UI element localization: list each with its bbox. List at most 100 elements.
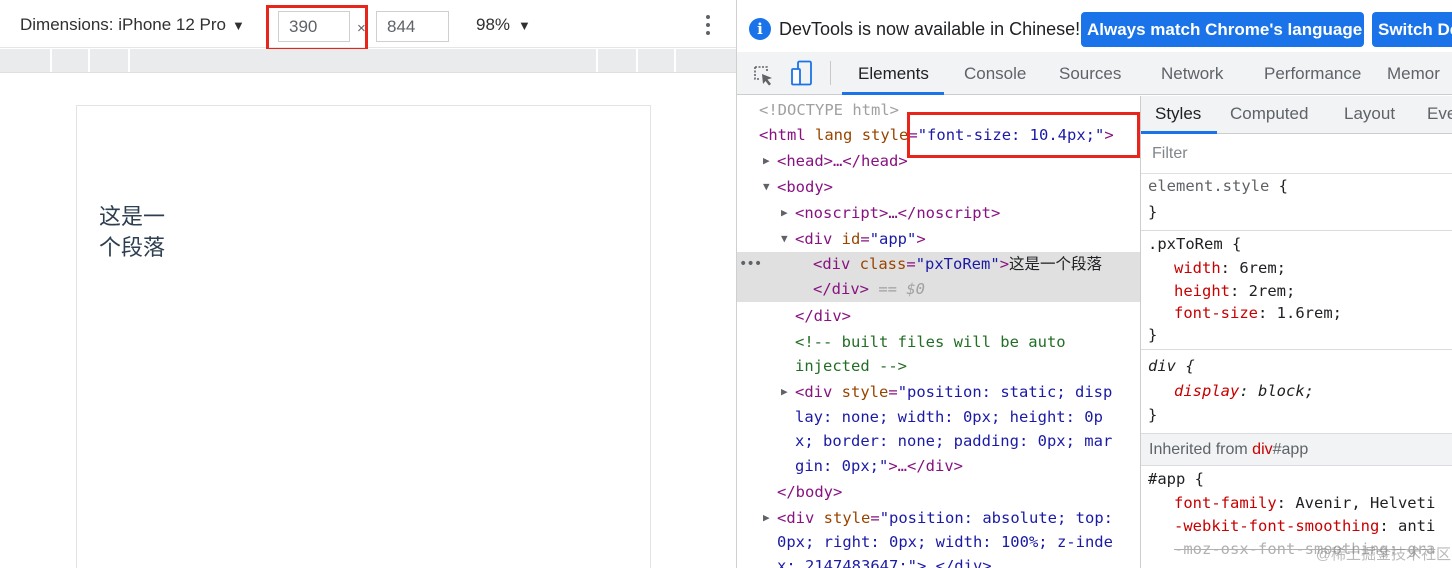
rule-selector: .pxToRem xyxy=(1148,235,1223,253)
collapse-arrow-icon[interactable]: ▼ xyxy=(763,175,770,199)
inspect-element-icon[interactable] xyxy=(752,64,774,86)
ruler-divider xyxy=(636,49,638,72)
dom-node-body-close[interactable]: </body> xyxy=(737,480,1140,505)
device-toolbar: Dimensions: iPhone 12 Pro ▼ 390 × 844 98%… xyxy=(0,0,736,51)
attr-style-value: "position: static; disp xyxy=(897,383,1113,401)
css-declaration[interactable]: -webkit-font-smoothing: anti xyxy=(1174,515,1435,539)
tab-performance[interactable]: Performance xyxy=(1264,64,1361,84)
dropdown-arrow-icon: ▼ xyxy=(518,18,531,33)
css-property: height xyxy=(1174,282,1230,300)
div-tag: <div xyxy=(813,255,851,273)
dom-node-div-app-close[interactable]: </div> xyxy=(737,304,1140,329)
page-paragraph: 这是一个段落 xyxy=(99,205,166,261)
tab-computed[interactable]: Computed xyxy=(1230,104,1308,124)
expand-arrow-icon[interactable]: ▶ xyxy=(763,149,770,173)
css-declaration[interactable]: font-family: Avenir, Helveti xyxy=(1174,492,1435,516)
filter-input[interactable]: Filter xyxy=(1152,145,1188,163)
switch-language-button[interactable]: Switch De xyxy=(1372,12,1452,47)
css-value: block xyxy=(1258,382,1305,400)
dom-node-div-pxtorem-selected[interactable]: ••• <div class="pxToRem">这是一个段落 </div> =… xyxy=(737,252,1140,302)
ruler-divider xyxy=(596,49,598,72)
body-tag: <body> xyxy=(777,178,833,196)
css-property: width xyxy=(1174,259,1221,277)
active-tab-indicator xyxy=(842,92,944,95)
inherited-id: #app xyxy=(1272,441,1309,458)
inherited-tag-link[interactable]: div xyxy=(1252,441,1272,458)
watermark-text: @稀土掘金技术社区 xyxy=(1315,546,1451,563)
attr-id-value: "app" xyxy=(869,230,917,248)
rule-selector: #app xyxy=(1148,470,1186,488)
ruler-divider xyxy=(50,49,52,72)
open-brace: { xyxy=(1278,177,1289,195)
expand-arrow-icon[interactable]: ▶ xyxy=(781,380,788,404)
attr-style: style xyxy=(823,509,871,527)
tab-layout[interactable]: Layout xyxy=(1344,104,1395,124)
open-brace: { xyxy=(1194,470,1205,488)
ruler-divider xyxy=(674,49,676,72)
comment-text: <!-- built files will be auto xyxy=(795,333,1066,351)
styles-sidebar: Styles Computed Layout Eve Filter elemen… xyxy=(1140,96,1452,568)
doctype-text: <!DOCTYPE html> xyxy=(759,101,899,119)
selected-node-marker: == $0 xyxy=(878,280,926,298)
language-infobar: i DevTools is now available in Chinese! … xyxy=(737,6,1452,52)
dom-node-div-app[interactable]: ▼ <div id="app"> xyxy=(737,227,1140,252)
height-input[interactable]: 844 xyxy=(376,11,449,42)
dom-node-div-absolute-cont: 0px; right: 0px; width: 100%; z-inde xyxy=(737,530,1140,555)
always-match-language-button[interactable]: Always match Chrome's language xyxy=(1081,12,1364,47)
collapse-arrow-icon[interactable]: ▼ xyxy=(781,227,788,251)
rule-element-style[interactable]: element.style { } xyxy=(1141,175,1452,231)
dom-node-head[interactable]: ▶ <head>…</head> xyxy=(737,149,1140,174)
attr-lang: lang xyxy=(815,126,853,144)
tab-elements[interactable]: Elements xyxy=(858,64,929,84)
attr-style-value: x: 2147483647;">…</div> xyxy=(777,557,992,568)
expand-arrow-icon[interactable]: ▶ xyxy=(781,201,788,225)
dom-node-noscript[interactable]: ▶ <noscript>…</noscript> xyxy=(737,201,1140,226)
attr-style-value: x; border: none; padding: 0px; mar xyxy=(795,432,1113,450)
open-brace: { xyxy=(1185,357,1195,375)
device-emulation-pane: Dimensions: iPhone 12 Pro ▼ 390 × 844 98%… xyxy=(0,0,736,568)
dropdown-arrow-icon: ▼ xyxy=(232,18,245,33)
dom-node-html[interactable]: <html lang style="font-size: 10.4px;"> xyxy=(737,123,1140,148)
div-close-tag: </div> xyxy=(795,307,851,325)
tab-event-listeners[interactable]: Eve xyxy=(1427,104,1452,124)
elements-dom-tree: <!DOCTYPE html> <html lang style="font-s… xyxy=(737,96,1140,568)
div-tag: <div xyxy=(795,383,833,401)
info-icon: i xyxy=(749,18,771,40)
dom-node-doctype[interactable]: <!DOCTYPE html> xyxy=(737,98,1140,123)
div-tag: <div xyxy=(777,509,815,527)
dom-node-div-static[interactable]: ▶ <div style="position: static; disp xyxy=(737,380,1140,405)
zoom-select[interactable]: 98% ▼ xyxy=(476,15,531,35)
media-query-ruler[interactable] xyxy=(0,49,736,72)
dom-node-div-absolute[interactable]: ▶ <div style="position: absolute; top: xyxy=(737,506,1140,531)
dom-node-div-absolute-cont: x: 2147483647;">…</div> xyxy=(737,554,1140,568)
more-vertical-icon[interactable] xyxy=(698,12,718,40)
rule-pxtorem[interactable]: .pxToRem { width: 6rem; height: 2rem; fo… xyxy=(1141,232,1452,350)
tab-styles[interactable]: Styles xyxy=(1155,104,1201,124)
css-value: 1.6rem xyxy=(1276,304,1333,322)
rule-div-useragent[interactable]: div { display: block; } xyxy=(1141,351,1452,434)
css-declaration[interactable]: font-size: 1.6rem; xyxy=(1174,302,1342,326)
open-brace: { xyxy=(1232,235,1242,253)
attr-id: id xyxy=(841,230,861,248)
dom-node-comment[interactable]: <!-- built files will be auto xyxy=(737,330,1140,355)
css-declaration[interactable]: height: 2rem; xyxy=(1174,280,1295,304)
tab-sources[interactable]: Sources xyxy=(1059,64,1121,84)
css-declaration[interactable]: width: 6rem; xyxy=(1174,257,1286,281)
expand-arrow-icon[interactable]: ▶ xyxy=(763,506,770,530)
css-value: 2rem xyxy=(1248,282,1286,300)
dimensions-label: Dimensions: iPhone 12 Pro xyxy=(20,15,227,34)
dom-node-body[interactable]: ▼ <body> xyxy=(737,175,1140,200)
tab-network[interactable]: Network xyxy=(1161,64,1223,84)
tab-console[interactable]: Console xyxy=(964,64,1026,84)
dimensions-select[interactable]: Dimensions: iPhone 12 Pro ▼ xyxy=(20,15,245,35)
body-close-tag: </body> xyxy=(777,483,843,501)
attr-style-value: 0px; right: 0px; width: 100%; z-inde xyxy=(777,533,1113,551)
device-toggle-icon[interactable] xyxy=(791,60,813,86)
css-declaration[interactable]: display: block; xyxy=(1174,380,1314,404)
ruler-border xyxy=(0,72,736,73)
tab-memory[interactable]: Memor xyxy=(1387,64,1440,84)
zoom-label: 98% xyxy=(476,15,511,34)
close-brace: } xyxy=(1148,326,1158,344)
more-options-icon[interactable]: ••• xyxy=(739,252,762,276)
width-input[interactable]: 390 xyxy=(278,11,350,42)
